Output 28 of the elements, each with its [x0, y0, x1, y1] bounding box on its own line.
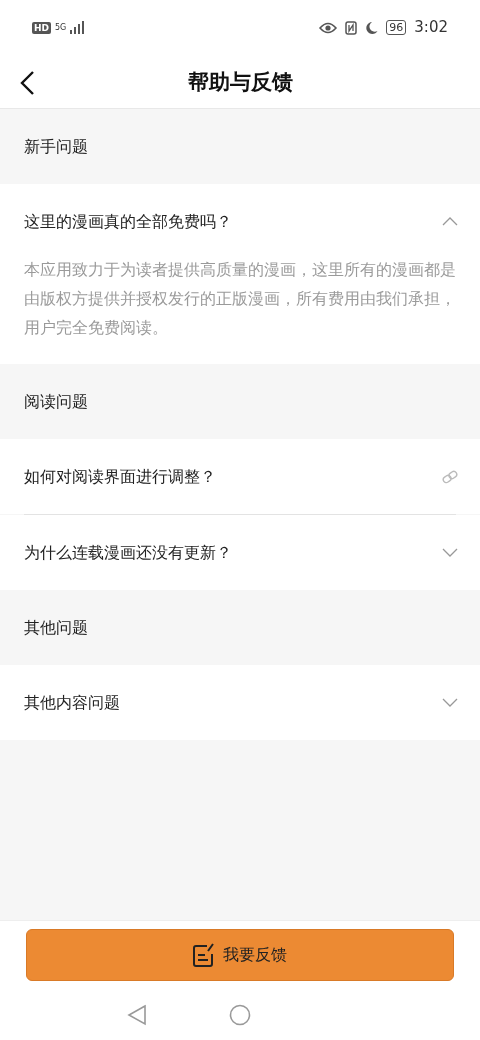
edit-note-icon: [193, 943, 215, 967]
signal-icon: [70, 21, 85, 34]
question-text: 如何对阅读界面进行调整？: [24, 465, 216, 488]
link-icon[interactable]: [442, 469, 458, 484]
chevron-down-icon[interactable]: [442, 548, 458, 557]
back-icon[interactable]: [18, 70, 36, 96]
network-type: 5G: [55, 23, 67, 32]
battery-level: 96: [386, 20, 407, 35]
question-text: 为什么连载漫画还没有更新？: [24, 541, 232, 564]
chevron-up-icon[interactable]: [442, 217, 458, 226]
page-title: 帮助与反馈: [187, 67, 293, 96]
feedback-button[interactable]: 我要反馈: [26, 929, 454, 981]
section-title: 新手问题: [24, 135, 88, 158]
chevron-down-icon[interactable]: [442, 698, 458, 707]
faq-item[interactable]: 其他内容问题: [0, 665, 480, 740]
faq-item[interactable]: 如何对阅读界面进行调整？: [0, 439, 480, 514]
moon-icon: [365, 20, 379, 35]
status-time: 3:02: [414, 17, 448, 39]
question-text: 其他内容问题: [24, 691, 120, 714]
nav-home-icon[interactable]: [229, 1004, 251, 1026]
question-text: 这里的漫画真的全部免费吗？: [24, 210, 232, 233]
faq-item[interactable]: 为什么连载漫画还没有更新？: [0, 515, 480, 590]
hd-indicator: HD: [32, 21, 51, 34]
nfc-icon: [345, 20, 358, 35]
section-title: 其他问题: [24, 616, 88, 639]
eye-icon: [319, 21, 338, 34]
section-title: 阅读问题: [24, 390, 88, 413]
nav-back-icon[interactable]: [127, 1004, 147, 1026]
